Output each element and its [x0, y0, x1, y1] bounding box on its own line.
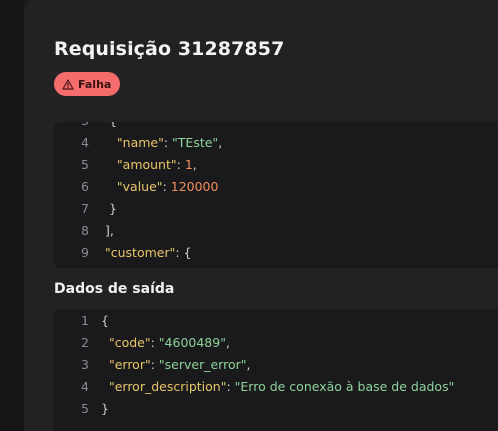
code-token-str: "TEste" — [172, 135, 219, 150]
code-line: 4 "name": "TEste", — [54, 132, 498, 154]
code-token-str: "server_error" — [158, 357, 247, 372]
code-line: 6 "value": 120000 — [54, 176, 498, 198]
input-code-lines: 3 {4 "name": "TEste",5 "amount": 1,6 "va… — [54, 122, 498, 264]
code-token-key: "customer" — [104, 245, 176, 260]
code-line: 8 ], — [54, 220, 498, 242]
code-text: "error": "server_error", — [101, 354, 251, 376]
line-number: 4 — [81, 379, 89, 394]
line-number: 7 — [81, 201, 89, 216]
line-number: 5 — [81, 157, 89, 172]
warning-triangle-icon — [62, 78, 74, 90]
code-token-str: "4600489" — [158, 335, 226, 350]
code-token-str: "Erro de conexão à base de dados" — [234, 379, 455, 394]
code-token-punc: : — [226, 379, 235, 394]
code-text: { — [101, 310, 109, 332]
code-line: 2 "code": "4600489", — [54, 332, 498, 354]
code-line: 5 "amount": 1, — [54, 154, 498, 176]
status-badge: Falha — [54, 72, 121, 96]
code-token-punc: : — [150, 357, 159, 372]
line-number: 3 — [81, 357, 89, 372]
code-token-key: "name" — [116, 135, 164, 150]
code-token-punc: , — [218, 135, 223, 150]
code-token-key: "code" — [108, 335, 151, 350]
code-token-punc: , — [246, 357, 251, 372]
code-text: "name": "TEste", — [101, 132, 222, 154]
code-line: 1{ — [54, 310, 498, 332]
code-text: "error_description": "Erro de conexão à … — [101, 376, 454, 398]
output-code-lines: 1{2 "code": "4600489", 3 "error": "server… — [54, 310, 498, 420]
code-line: 9 "customer": { — [54, 242, 498, 264]
sidebar-backdrop — [0, 0, 24, 431]
line-number: 5 — [81, 401, 89, 416]
code-line: 3 "error": "server_error", — [54, 354, 498, 376]
code-token-punc: , — [192, 157, 197, 172]
line-number: 6 — [81, 179, 89, 194]
code-text: "customer": { — [101, 242, 192, 264]
code-token-key: "error_description" — [108, 379, 227, 394]
code-token-punc: : { — [175, 245, 192, 260]
request-detail-panel: Requisição 31287857 Falha 3 {4 "name": "… — [24, 0, 498, 431]
code-line: 5} — [54, 398, 498, 420]
code-token-punc: ], — [104, 223, 114, 238]
code-text: "value": 120000 — [101, 176, 219, 198]
code-line: 3 { — [54, 122, 498, 132]
code-token-punc: { — [109, 122, 117, 128]
code-token-key: "value" — [116, 179, 163, 194]
line-number: 4 — [81, 135, 89, 150]
code-text: { — [101, 122, 117, 132]
code-text: "amount": 1, — [101, 154, 197, 176]
code-text: } — [101, 198, 117, 220]
code-token-punc: : — [163, 135, 173, 150]
line-number: 3 — [54, 122, 89, 132]
page-title: Requisição 31287857 — [54, 38, 285, 60]
code-line: 7 } — [54, 198, 498, 220]
status-badge-label: Falha — [78, 77, 112, 91]
code-line: 4 "error_description": "Erro de conexão … — [54, 376, 498, 398]
line-number: 9 — [81, 245, 89, 260]
code-token-punc: : — [176, 157, 185, 172]
output-section-title: Dados de saída — [54, 281, 175, 297]
code-token-punc: : — [150, 335, 159, 350]
code-token-num: 1 — [184, 157, 193, 172]
code-token-punc: : — [162, 179, 171, 194]
input-code-viewer[interactable]: 3 {4 "name": "TEste",5 "amount": 1,6 "va… — [54, 122, 498, 268]
output-code-viewer[interactable]: 1{2 "code": "4600489", 3 "error": "server… — [54, 309, 498, 431]
code-token-punc: } — [108, 201, 117, 216]
line-number: 1 — [81, 313, 89, 328]
code-token-punc: , — [225, 335, 230, 350]
line-number: 8 — [81, 223, 89, 238]
code-text: "code": "4600489", — [101, 332, 230, 354]
code-token-key: "error" — [108, 357, 151, 372]
code-token-num: 120000 — [170, 179, 219, 194]
line-number: 2 — [81, 335, 89, 350]
code-token-key: "amount" — [116, 157, 177, 172]
code-token-punc: } — [101, 401, 109, 416]
code-token-punc: { — [101, 313, 109, 328]
code-text: ], — [101, 220, 114, 242]
code-text: } — [101, 398, 109, 420]
